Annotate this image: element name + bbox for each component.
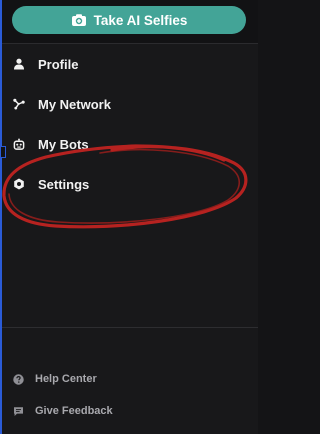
menu-item-profile[interactable]: Profile [0, 44, 258, 84]
person-icon [13, 58, 25, 70]
menu-item-my-bots[interactable]: My Bots [0, 124, 258, 164]
give-feedback-label: Give Feedback [35, 405, 113, 417]
menu-item-label: My Bots [38, 136, 89, 152]
window-edge [0, 0, 2, 434]
give-feedback-link[interactable]: Give Feedback [0, 400, 258, 422]
menu-item-label: Settings [38, 176, 90, 192]
help-circle-icon [12, 373, 24, 385]
network-icon [13, 98, 25, 110]
hexagon-gear-icon [13, 178, 25, 190]
help-center-link[interactable]: Help Center [0, 368, 258, 390]
drag-handle[interactable] [0, 146, 6, 158]
menu-item-my-network[interactable]: My Network [0, 84, 258, 124]
footer-divider [0, 327, 258, 328]
robot-icon [13, 138, 25, 150]
take-ai-selfies-button[interactable]: Take AI Selfies [12, 6, 246, 34]
menu-header: Take AI Selfies [0, 0, 258, 44]
menu-item-settings[interactable]: Settings [0, 164, 258, 204]
take-ai-selfies-label: Take AI Selfies [93, 12, 188, 28]
menu-item-label: My Network [38, 96, 111, 112]
menu-item-label: Profile [38, 56, 79, 72]
camera-plus-icon [71, 13, 87, 27]
help-center-label: Help Center [35, 373, 97, 385]
chat-bubble-icon [12, 405, 24, 417]
side-menu-screen: Take AI Selfies Profile My Network My Bo… [0, 0, 258, 434]
